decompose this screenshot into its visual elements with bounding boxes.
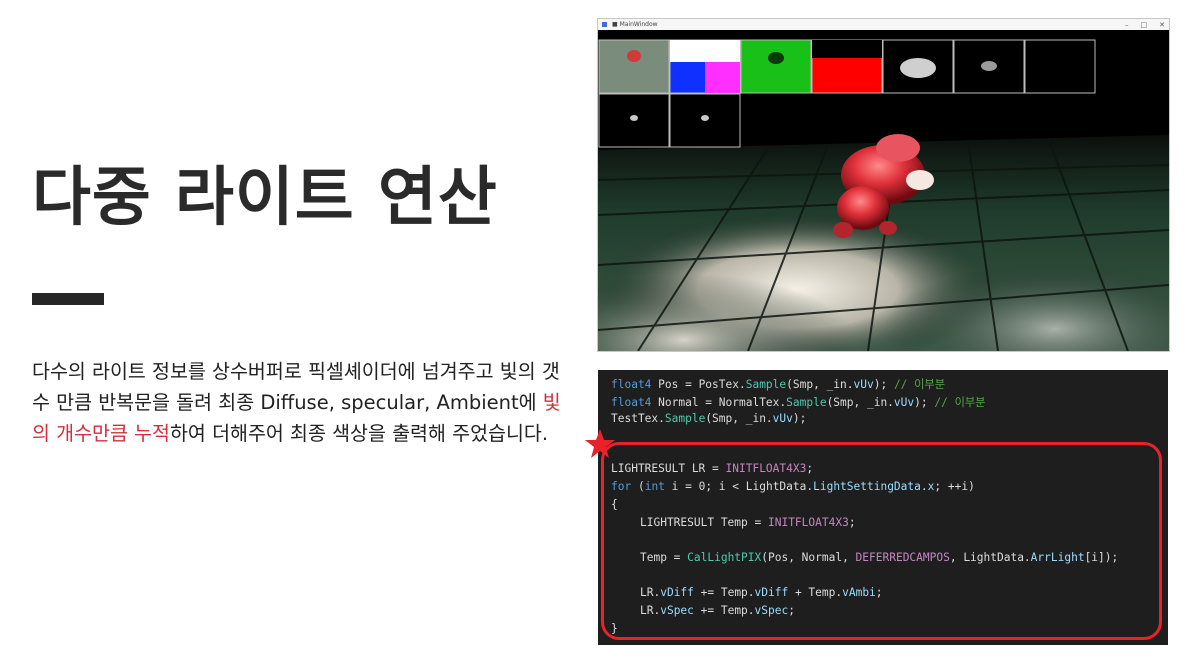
maximize-icon[interactable]: □ — [1141, 21, 1148, 29]
title-underline — [32, 293, 104, 305]
window-controls: – □ ✕ — [1125, 19, 1165, 30]
window-titlebar: ■ MainWindow – □ ✕ — [598, 19, 1169, 30]
window-title: ■ MainWindow — [612, 21, 658, 28]
star-icon — [585, 429, 615, 458]
description-text-end: 하여 더해주어 최종 색상을 출력해 주었습니다. — [169, 422, 549, 445]
code-line: TestTex.Sample(Smp, _in.vUv); — [611, 412, 807, 425]
description-text: 다수의 라이트 정보를 상수버퍼로 픽셀셰이더에 넘겨주고 빛의 갯수 만큼 반… — [32, 360, 560, 414]
rendered-scene — [598, 30, 1169, 351]
render-window-screenshot: ■ MainWindow – □ ✕ — [597, 18, 1170, 352]
close-icon[interactable]: ✕ — [1159, 21, 1165, 29]
minimize-icon[interactable]: – — [1125, 21, 1129, 29]
description: 다수의 라이트 정보를 상수버퍼로 픽셀셰이더에 넘겨주고 빛의 갯수 만큼 반… — [32, 356, 572, 449]
page-title: 다중 라이트 연산 — [32, 161, 498, 235]
highlight-box — [601, 442, 1162, 640]
code-line: float4 Normal = NormalTex.Sample(Smp, _i… — [611, 396, 986, 409]
code-line: float4 Pos = PosTex.Sample(Smp, _in.vUv)… — [611, 378, 946, 391]
window-icon — [602, 22, 607, 27]
